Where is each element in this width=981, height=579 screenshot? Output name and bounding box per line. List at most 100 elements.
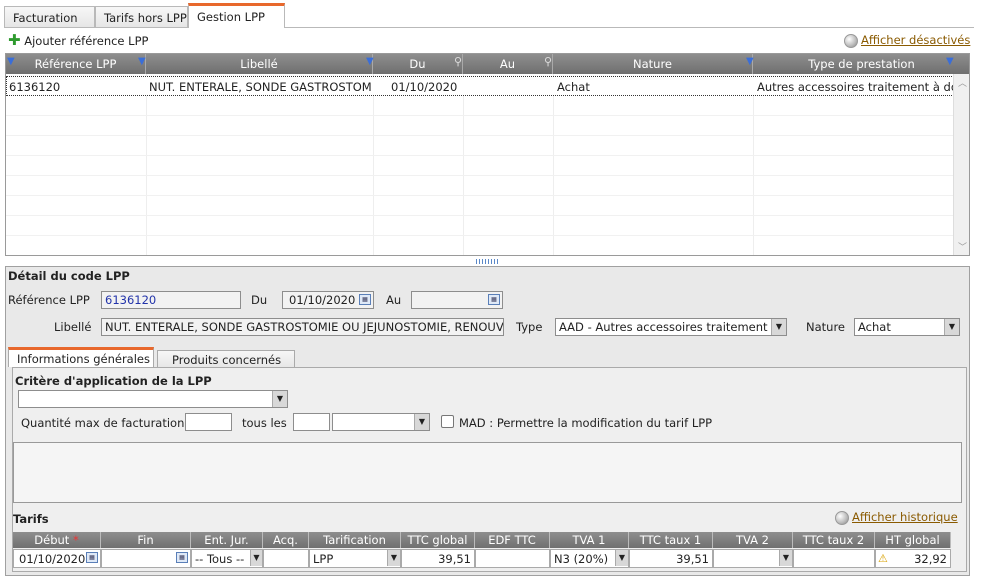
scroll-up-icon[interactable]: ︿ bbox=[958, 76, 967, 89]
col-ht-global[interactable]: HT global bbox=[875, 532, 951, 548]
ent-jur-select[interactable]: -- Tous -- ▼ bbox=[191, 549, 263, 568]
chevron-down-icon: ▼ bbox=[272, 391, 287, 407]
calendar-icon[interactable]: ▦ bbox=[176, 552, 188, 563]
informations-panel: Critère d'application de la LPP ▼ Quanti… bbox=[12, 367, 967, 572]
tab-informations-generales[interactable]: Informations générales bbox=[8, 347, 154, 367]
acq-input[interactable] bbox=[263, 549, 309, 568]
empty-row bbox=[6, 136, 954, 156]
tab-label: Facturation bbox=[13, 11, 78, 25]
tab-facturation[interactable]: Facturation bbox=[4, 6, 95, 27]
filter-icon[interactable]: ▼ bbox=[138, 56, 146, 67]
filter-icon[interactable]: ▼ bbox=[746, 56, 754, 67]
unit-select[interactable]: ▼ bbox=[332, 413, 430, 431]
nature-value: Achat bbox=[858, 320, 891, 334]
col-ttc-taux1[interactable]: TTC taux 1 bbox=[629, 532, 713, 548]
table-row[interactable]: 6136120 NUT. ENTERALE, SONDE GASTROSTOM … bbox=[6, 76, 954, 96]
col-ent-jur[interactable]: Ent. Jur. bbox=[191, 532, 263, 548]
empty-row bbox=[6, 196, 954, 216]
type-select[interactable]: AAD - Autres accessoires traitement ▼ bbox=[555, 318, 787, 336]
col-label: Libellé bbox=[240, 57, 278, 71]
search-icon[interactable]: ⚲ bbox=[454, 55, 462, 68]
calendar-icon[interactable]: ▦ bbox=[488, 294, 500, 305]
chevron-down-icon: ▼ bbox=[771, 319, 786, 335]
col-au[interactable]: Au bbox=[463, 54, 553, 74]
scroll-down-icon[interactable]: ﹀ bbox=[958, 240, 967, 253]
tva1-select[interactable]: N3 (20%) ▼ bbox=[550, 549, 629, 568]
au-label: Au bbox=[386, 293, 402, 307]
col-acq[interactable]: Acq. bbox=[263, 532, 309, 548]
tarification-select[interactable]: LPP ▼ bbox=[309, 549, 401, 568]
col-ttc-global[interactable]: TTC global bbox=[401, 532, 475, 548]
chevron-down-icon: ▼ bbox=[387, 550, 400, 566]
edf-ttc-input[interactable] bbox=[475, 549, 550, 568]
au-date-input[interactable]: ▦ bbox=[411, 291, 503, 309]
chevron-down-icon: ▼ bbox=[250, 550, 262, 566]
fin-date-input[interactable]: ▦ bbox=[101, 549, 191, 568]
du-value: 01/10/2020 bbox=[289, 293, 356, 307]
col-label: Ent. Jur. bbox=[204, 533, 249, 547]
col-du[interactable]: Du bbox=[373, 54, 463, 74]
tab-produits-concernes[interactable]: Produits concernés bbox=[157, 350, 295, 368]
tva2-select[interactable]: ▼ bbox=[713, 549, 793, 568]
splitter-handle[interactable] bbox=[476, 259, 498, 264]
filter-icon[interactable]: ▼ bbox=[946, 56, 954, 67]
col-tva1[interactable]: TVA 1 bbox=[550, 532, 629, 548]
col-type[interactable]: Type de prestation bbox=[753, 54, 969, 74]
warning-icon: ⚠ bbox=[878, 552, 888, 565]
add-reference-label: Ajouter référence LPP bbox=[24, 34, 149, 48]
every-input[interactable] bbox=[293, 413, 330, 431]
lpp-management-window: Facturation Tarifs hors LPP Gestion LPP … bbox=[0, 0, 981, 579]
tab-tarifs-hors-lpp[interactable]: Tarifs hors LPP bbox=[95, 6, 188, 27]
filter-icon[interactable]: ▼ bbox=[7, 56, 15, 67]
empty-row bbox=[6, 176, 954, 196]
detail-title: Détail du code LPP bbox=[8, 269, 130, 283]
col-label: TTC taux 1 bbox=[639, 533, 702, 547]
ttc-taux2-input[interactable] bbox=[793, 549, 875, 568]
table-row[interactable]: 01/10/2020 ▦ ▦ -- Tous -- ▼ LPP ▼ 39,51 N3 … bbox=[13, 549, 968, 569]
libelle-input[interactable]: NUT. ENTERALE, SONDE GASTROSTOMIE OU JEJ… bbox=[101, 318, 504, 336]
cell-nature: Achat bbox=[557, 80, 590, 94]
du-date-input[interactable]: 01/10/2020 ▦ bbox=[282, 291, 374, 309]
col-libelle[interactable]: Libellé bbox=[146, 54, 373, 74]
qty-input[interactable] bbox=[185, 413, 232, 431]
show-history-label: Afficher historique bbox=[852, 510, 958, 524]
search-icon[interactable]: ⚲ bbox=[544, 55, 552, 68]
col-nature[interactable]: Nature bbox=[553, 54, 753, 74]
empty-row bbox=[6, 156, 954, 176]
col-tarification[interactable]: Tarification bbox=[309, 532, 401, 548]
col-reference[interactable]: Référence LPP bbox=[6, 54, 146, 74]
every-label: tous les bbox=[242, 416, 287, 430]
debut-date-input[interactable]: 01/10/2020 ▦ bbox=[13, 549, 101, 568]
critere-select[interactable]: ▼ bbox=[18, 390, 288, 408]
detail-panel: Détail du code LPP Référence LPP 6136120… bbox=[5, 266, 970, 576]
col-edf-ttc[interactable]: EDF TTC bbox=[475, 532, 550, 548]
filter-icon[interactable]: ▼ bbox=[366, 56, 374, 67]
col-fin[interactable]: Fin bbox=[101, 532, 191, 548]
cell-type: Autres accessoires traitement à do bbox=[757, 80, 953, 94]
show-history-link[interactable]: Afficher historique bbox=[835, 510, 958, 525]
ref-input[interactable]: 6136120 bbox=[101, 291, 241, 309]
calendar-icon[interactable]: ▦ bbox=[86, 552, 98, 563]
grid-scrollbar[interactable]: ︿ ﹀ bbox=[953, 74, 969, 255]
chevron-down-icon: ▼ bbox=[414, 414, 429, 430]
tab-label: Produits concernés bbox=[172, 353, 282, 367]
notes-area[interactable] bbox=[13, 442, 962, 503]
col-label: Type de prestation bbox=[808, 57, 915, 71]
ttc-global-input[interactable]: 39,51 bbox=[401, 549, 475, 568]
add-reference-button[interactable]: ✚ Ajouter référence LPP bbox=[8, 33, 149, 49]
critere-title: Critère d'application de la LPP bbox=[15, 374, 212, 388]
tab-gestion-lpp[interactable]: Gestion LPP bbox=[188, 3, 285, 28]
show-disabled-link[interactable]: Afficher désactivés bbox=[844, 33, 970, 48]
nature-select[interactable]: Achat ▼ bbox=[854, 318, 960, 336]
nature-label: Nature bbox=[806, 320, 845, 334]
ent-jur-value: -- Tous -- bbox=[195, 552, 245, 566]
col-debut[interactable]: Début * bbox=[13, 532, 101, 548]
libelle-label: Libellé bbox=[54, 320, 92, 334]
type-label: Type bbox=[516, 320, 543, 334]
empty-row bbox=[6, 216, 954, 236]
col-ttc-taux2[interactable]: TTC taux 2 bbox=[793, 532, 875, 548]
col-tva2[interactable]: TVA 2 bbox=[713, 532, 793, 548]
calendar-icon[interactable]: ▦ bbox=[359, 294, 371, 305]
ttc-taux1-input[interactable]: 39,51 bbox=[629, 549, 713, 568]
mad-checkbox[interactable] bbox=[441, 415, 454, 428]
